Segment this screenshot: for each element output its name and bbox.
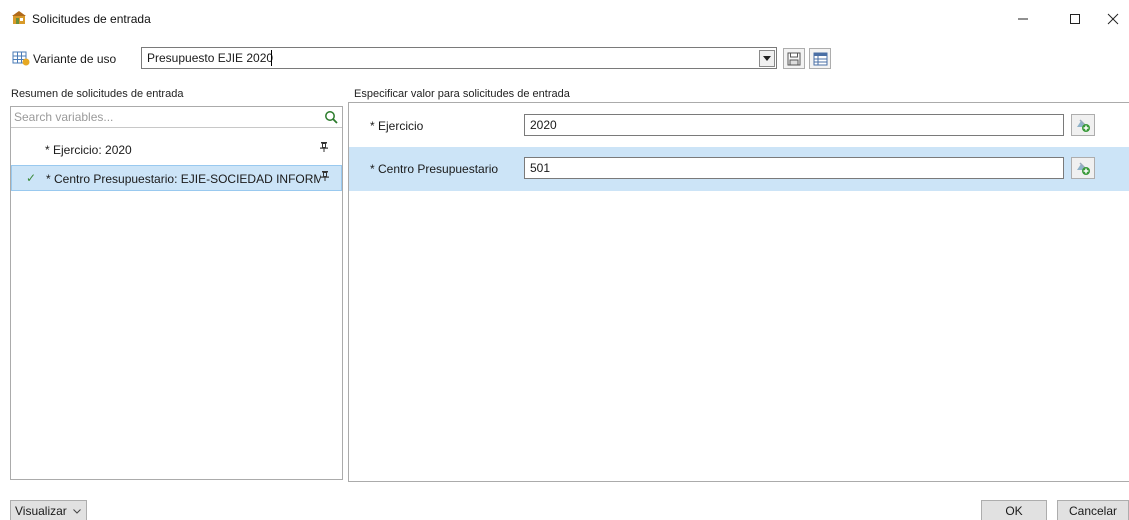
- close-button[interactable]: [1096, 4, 1129, 34]
- save-icon: [787, 52, 801, 65]
- check-icon: ✓: [26, 171, 37, 185]
- ejercicio-select-button[interactable]: [1071, 114, 1095, 136]
- add-value-icon: [1077, 162, 1090, 175]
- summary-header: Resumen de solicitudes de entrada: [11, 88, 184, 100]
- summary-panel: Search variables... * Ejercicio: 2020 ✓ …: [10, 106, 343, 480]
- centro-value: 501: [530, 161, 551, 175]
- window-title: Solicitudes de entrada: [32, 12, 151, 26]
- list-item[interactable]: * Ejercicio: 2020: [11, 137, 342, 163]
- app-icon: [11, 10, 27, 26]
- visualizar-label: Visualizar: [15, 504, 67, 518]
- ok-button[interactable]: OK: [981, 500, 1047, 520]
- search-box[interactable]: Search variables...: [11, 107, 342, 128]
- centro-select-button[interactable]: [1071, 157, 1095, 179]
- variant-combo[interactable]: Presupuesto EJIE 2020: [141, 47, 777, 69]
- values-header: Especificar valor para solicitudes de en…: [354, 88, 570, 100]
- prompt-label: * Centro Presupuestario: [370, 162, 499, 176]
- pin-icon[interactable]: [321, 171, 329, 184]
- list-item-selected[interactable]: ✓ * Centro Presupuestario: EJIE-SOCIEDAD…: [11, 165, 342, 191]
- prompt-row-ejercicio: * Ejercicio 2020: [349, 103, 1129, 147]
- chevron-down-icon: [72, 506, 81, 516]
- visualizar-button[interactable]: Visualizar: [10, 500, 87, 520]
- maximize-button[interactable]: [1052, 4, 1098, 34]
- ejercicio-input[interactable]: 2020: [524, 114, 1064, 136]
- title-bar: Solicitudes de entrada: [0, 0, 1129, 38]
- variant-icon: [12, 50, 30, 66]
- search-placeholder: Search variables...: [14, 110, 114, 124]
- values-panel: * Ejercicio 2020 * Centro Presupuestario…: [348, 102, 1129, 482]
- table-icon: [813, 52, 827, 65]
- variant-dropdown-button[interactable]: [759, 50, 775, 67]
- list-item-label: * Ejercicio: 2020: [45, 143, 132, 157]
- variant-value: Presupuesto EJIE 2020: [147, 51, 274, 65]
- text-caret: [271, 50, 272, 66]
- save-variant-button[interactable]: [783, 48, 805, 69]
- variant-label: Variante de uso: [33, 52, 117, 66]
- cancel-button[interactable]: Cancelar: [1057, 500, 1129, 520]
- manage-variants-button[interactable]: [809, 48, 831, 69]
- pin-icon[interactable]: [320, 142, 328, 155]
- search-icon[interactable]: [324, 110, 338, 124]
- list-item-label: * Centro Presupuestario: EJIE-SOCIEDAD I…: [46, 172, 321, 186]
- prompt-label: * Ejercicio: [370, 119, 424, 133]
- minimize-button[interactable]: [1000, 4, 1046, 34]
- chevron-down-icon: [763, 55, 771, 61]
- ejercicio-value: 2020: [530, 118, 557, 132]
- prompt-row-centro: * Centro Presupuestario 501: [349, 147, 1129, 191]
- add-value-icon: [1077, 119, 1090, 132]
- centro-input[interactable]: 501: [524, 157, 1064, 179]
